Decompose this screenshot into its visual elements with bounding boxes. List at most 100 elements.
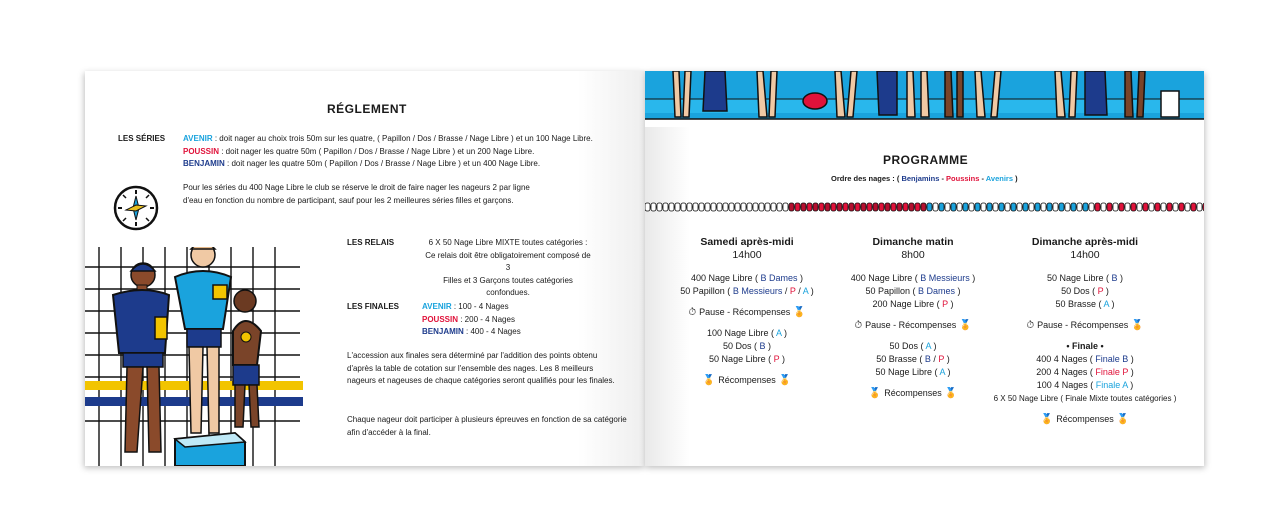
lane-float [1100,202,1107,212]
lane-float [1202,202,1204,212]
lane-float [1148,202,1155,212]
series-poussin: POUSSIN : doit nager les quatre 50m ( Pa… [183,146,535,156]
lane-float [860,202,867,212]
swimmers-podium-illustration [85,247,303,466]
lane-float [728,202,735,212]
medal-icon: 🏅 [1116,414,1130,425]
pause-recompenses-apres-midi: ⏱ Pause - Récompenses 🏅 [1026,320,1144,331]
lane-float [794,202,801,212]
schedule-samedi: Samedi après-midi 14h00 400 Nage Libre (… [672,236,822,387]
medal-icon: 🏅 [793,307,806,318]
access-text: L'accession aux finales sera déterminé p… [347,351,615,385]
lane-float [740,202,747,212]
lane-float [866,202,873,212]
lane-float [722,202,729,212]
lane-float [1046,202,1053,212]
lane-rope [645,202,1204,212]
lane-float [818,202,825,212]
lane-float [662,202,669,212]
clock-icon [113,185,159,231]
finale-heading: • Finale • [1066,341,1104,351]
lane-float [782,202,789,212]
lane-float [848,202,855,212]
lane-float [920,202,927,212]
lane-float [1058,202,1065,212]
lane-float [1124,202,1131,212]
series-label: LES SÉRIES [118,134,166,143]
lane-float [716,202,723,212]
pause-recompenses-samedi: ⏱ Pause - Récompenses 🏅 [688,307,806,318]
lane-float [770,202,777,212]
lane-float [1094,202,1101,212]
lane-float [896,202,903,212]
lane-float [1106,202,1113,212]
finales-label: LES FINALES [347,302,400,311]
lane-float [1052,202,1059,212]
lane-float [962,202,969,212]
schedule-dimanche-matin: Dimanche matin 8h00 400 Nage Libre ( B M… [838,236,988,400]
stopwatch-icon: ⏱ [854,320,863,331]
lane-float [1172,202,1179,212]
lane-float [1016,202,1023,212]
lane-float [746,202,753,212]
programme-title: PROGRAMME [883,153,969,167]
lane-float [902,202,909,212]
series-list: AVENIR : doit nager au choix trois 50m s… [183,133,633,171]
lane-float [914,202,921,212]
lane-float [974,202,981,212]
medal-icon: 🏅 [959,320,972,331]
lane-float [950,202,957,212]
lane-float [800,202,807,212]
medal-icon: 🏅 [1131,320,1144,331]
lane-float [680,202,687,212]
pause-recompenses-matin: ⏱ Pause - Récompenses 🏅 [854,320,972,331]
lane-float [788,202,795,212]
relais-label: LES RELAIS [347,238,395,247]
lane-float [1076,202,1083,212]
recompenses-apres-midi: 🏅 Récompenses 🏅 [1040,414,1130,425]
lane-float [758,202,765,212]
lane-float [1166,202,1173,212]
series-note: Pour les séries du 400 Nage Libre le clu… [183,183,530,205]
lane-float [776,202,783,212]
lane-float [1064,202,1071,212]
lane-float [986,202,993,212]
lane-float [842,202,849,212]
lane-float [878,202,885,212]
relais-text: 6 X 50 Nage Libre MIXTE toutes catégorie… [425,238,591,297]
lane-float [944,202,951,212]
lane-float [980,202,987,212]
lane-float [1178,202,1185,212]
lane-float [752,202,759,212]
lane-float [1154,202,1161,212]
recompenses-matin: 🏅 Récompenses 🏅 [868,388,958,399]
medal-icon: 🏅 [702,375,716,386]
right-page: PROGRAMME Ordre des nages : ( Benjamins … [645,71,1204,466]
lane-float [1040,202,1047,212]
lane-float [1184,202,1191,212]
lane-float [812,202,819,212]
lane-float [650,202,657,212]
lane-float [1088,202,1095,212]
lane-float [698,202,705,212]
series-benjamin: BENJAMIN : doit nager les quatre 50m ( P… [183,159,541,168]
lane-float [908,202,915,212]
lane-float [686,202,693,212]
pool-banner-illustration [645,71,1204,127]
lane-float [692,202,699,212]
series-avenir: AVENIR : doit nager au choix trois 50m s… [183,134,593,143]
recompenses-samedi: 🏅 Récompenses 🏅 [702,375,792,386]
finale-benjamin: BENJAMIN : 400 - 4 Nages [422,327,521,336]
lane-float [992,202,999,212]
lane-float [1196,202,1203,212]
medal-icon: 🏅 [1040,414,1054,425]
lane-float [854,202,861,212]
lane-float [674,202,681,212]
finale-avenir: AVENIR : 100 - 4 Nages [422,302,509,311]
lane-float [1004,202,1011,212]
lane-float [830,202,837,212]
reglement-title: RÉGLEMENT [327,102,407,116]
lane-float [656,202,663,212]
order-line: Ordre des nages : ( Benjamins - Poussins… [831,174,1018,183]
lane-float [704,202,711,212]
